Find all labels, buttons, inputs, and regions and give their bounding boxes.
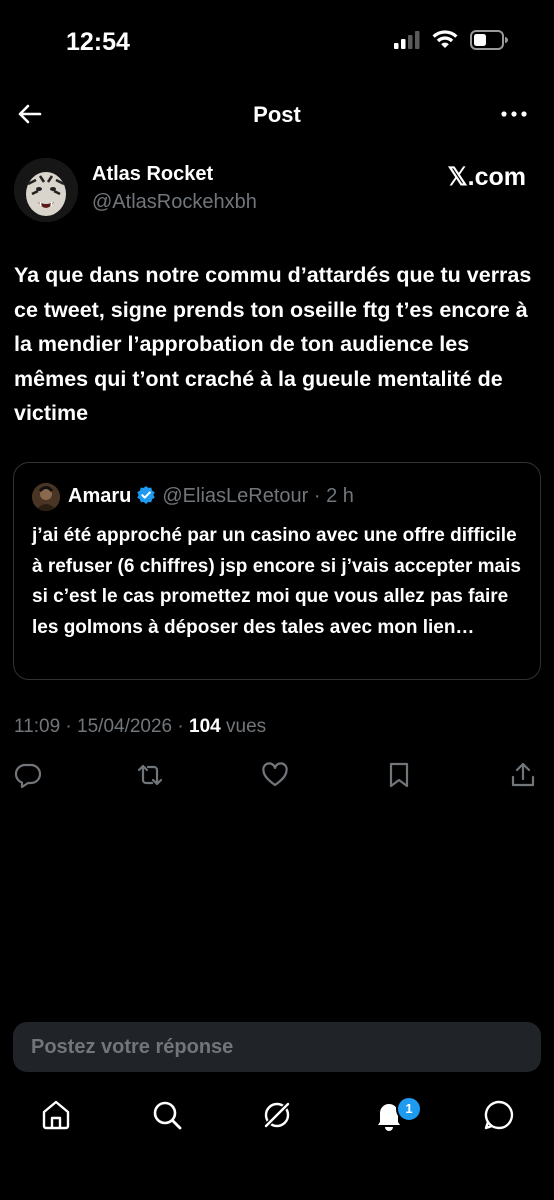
- more-options-button[interactable]: [498, 98, 530, 130]
- wifi-icon: [432, 30, 458, 50]
- reply-input[interactable]: Postez votre réponse: [13, 1022, 541, 1072]
- messages-icon: [484, 1100, 514, 1130]
- quoted-header: Amaru @EliasLeRetour · 2 h: [68, 485, 354, 508]
- avatar[interactable]: [14, 158, 78, 222]
- quoted-avatar[interactable]: [32, 483, 60, 511]
- author-handle[interactable]: @AtlasRockehxbh: [92, 191, 257, 214]
- post-author: Atlas Rocket @AtlasRockehxbh 𝕏.com: [14, 158, 540, 222]
- quoted-time: 2 h: [326, 485, 354, 507]
- post-time: 11:09: [14, 716, 61, 737]
- battery-icon: [470, 30, 508, 50]
- quoted-text: j’ai été approché par un casino avec une…: [32, 525, 521, 638]
- cellular-signal-icon: [394, 31, 420, 49]
- quoted-author-name[interactable]: Amaru: [68, 485, 131, 507]
- repost-button[interactable]: [135, 760, 165, 790]
- page-title: Post: [253, 102, 301, 127]
- tab-search[interactable]: [150, 1098, 184, 1132]
- post-actions: [0, 760, 554, 796]
- bottom-tab-bar: 1: [0, 1090, 554, 1146]
- repost-icon: [137, 764, 163, 786]
- verified-badge-icon: [136, 485, 156, 505]
- views-label: vues: [226, 716, 267, 737]
- tiger-avatar-icon: [14, 158, 78, 222]
- search-icon: [153, 1101, 182, 1130]
- quoted-separator: ·: [308, 485, 327, 507]
- quoted-author-handle[interactable]: @EliasLeRetour: [162, 485, 308, 507]
- status-bar: 12:54: [0, 0, 554, 80]
- post-meta: 11:09 · 15/04/2026 · 104 vues: [14, 716, 267, 737]
- quoted-post[interactable]: Amaru @EliasLeRetour · 2 h j’ai été appro…: [13, 462, 541, 680]
- reply-icon: [14, 763, 42, 789]
- notifications-badge: 1: [396, 1096, 422, 1122]
- bookmark-icon: [389, 762, 409, 788]
- status-icons: [394, 30, 508, 50]
- more-dots-icon: [501, 111, 527, 117]
- post-header: Post: [0, 90, 554, 140]
- tab-messages[interactable]: [482, 1098, 516, 1132]
- reply-button[interactable]: [13, 760, 43, 790]
- tab-home[interactable]: [39, 1098, 73, 1132]
- home-icon: [42, 1100, 70, 1130]
- like-button[interactable]: [260, 760, 290, 790]
- post-date: 15/04/2026: [77, 716, 173, 737]
- source-label: 𝕏.com: [447, 163, 527, 191]
- author-name[interactable]: Atlas Rocket: [92, 163, 213, 186]
- status-time: 12:54: [66, 28, 130, 56]
- share-icon: [511, 762, 535, 787]
- person-avatar-icon: [32, 483, 60, 511]
- heart-icon: [262, 762, 288, 787]
- tab-grok[interactable]: [260, 1098, 294, 1132]
- share-button[interactable]: [508, 760, 538, 790]
- reply-placeholder: Postez votre réponse: [31, 1036, 234, 1058]
- bookmark-button[interactable]: [384, 760, 414, 790]
- grok-icon: [262, 1100, 292, 1130]
- views-count: 104: [189, 716, 221, 737]
- post-text: Ya que dans notre commu d’attardés que t…: [14, 263, 532, 425]
